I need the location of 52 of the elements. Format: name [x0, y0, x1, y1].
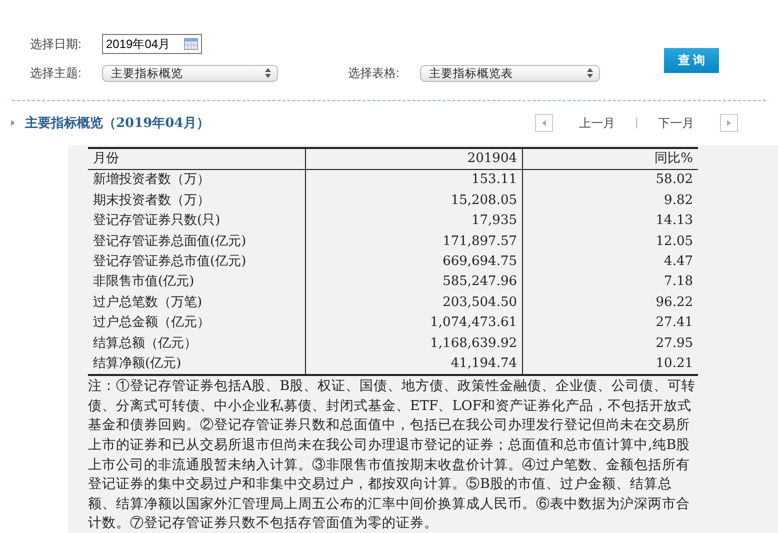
next-month-link[interactable]: 下一月 [658, 114, 694, 132]
table-cell-text: 过户总笔数（万笔) [92, 294, 204, 312]
table-cell-text: 过户总金额（亿元） [92, 314, 211, 332]
table-cell: 153.11 [305, 170, 522, 191]
separator: | [635, 117, 638, 129]
table-cell-text: 登记存管证券总面值(亿元) [92, 232, 248, 251]
topic-label: 选择主题: [30, 64, 82, 82]
table-cell: 14.13 [522, 211, 698, 232]
table-cell-text: 登记存管证券总市值(亿元) [92, 252, 248, 271]
table-label: 选择表格: [348, 64, 400, 82]
table-cell: 9.82 [522, 190, 698, 212]
table-cell-text: 结算总额（亿元） [92, 334, 198, 353]
table-cell: 10.21 [522, 354, 698, 374]
table-cell: 27.41 [522, 313, 698, 334]
table-cell: 4.47 [522, 252, 698, 272]
table-cell: 27.95 [522, 334, 698, 354]
spinner-icon [265, 68, 271, 78]
date-label: 选择日期: [30, 36, 82, 52]
caret-left-icon [542, 120, 546, 126]
table-cell: 1,168,639.92 [305, 334, 522, 354]
column-header: 月份 [92, 150, 120, 168]
table-cell-text: 非限售市值(亿元) [92, 273, 196, 292]
table-cell-text: 结算净额(亿元) [92, 354, 182, 373]
table-cell: 1,074,473.61 [305, 313, 522, 334]
caret-right-icon [727, 120, 731, 126]
table-cell: 203,504.50 [305, 292, 522, 314]
table-cell-text: 登记存管证券只数(只) [92, 212, 222, 230]
table-cell: 585,247.96 [305, 272, 522, 293]
calendar-icon[interactable] [184, 38, 198, 50]
bullet-arrow-icon [11, 120, 15, 126]
table-cell: 669,694.75 [305, 252, 522, 272]
table-cell: 15,208.05 [305, 190, 522, 212]
table-select[interactable]: 主要指标概览表 [420, 64, 600, 82]
table-cell: 41,194.74 [305, 354, 522, 374]
section-title: 主要指标概览（2019年04月） [25, 114, 210, 132]
table-cell-text: 期末投资者数（万） [92, 192, 211, 210]
table-cell: 7.18 [522, 272, 698, 293]
previous-button[interactable] [535, 114, 554, 132]
table-cell: 58.02 [522, 170, 698, 191]
table-cell-text: 新增投资者数（万） [92, 171, 211, 190]
table-cell: 96.22 [522, 292, 698, 314]
previous-month-link[interactable]: 上一月 [579, 114, 616, 132]
date-field[interactable]: 2019年04月 [102, 34, 202, 54]
topic-select[interactable]: 主要指标概览 [102, 64, 278, 82]
column-header: 同比% [522, 149, 698, 170]
table-cell: 171,897.57 [305, 232, 522, 252]
spinner-icon [587, 68, 593, 78]
next-button[interactable] [720, 114, 738, 132]
column-header: 201904 [305, 149, 522, 170]
table-cell: 12.05 [522, 232, 698, 252]
table-cell: 17,935 [305, 211, 522, 232]
footnote-text: 注：①登记存管证券包括A股、B股、权证、国债、地方债、政策性金融债、企业债、公司债、可转债、分离式可转债、中小企业私募债、封闭式基金、ETF、LOF和资产证券化产品，不包括开放式基金和债券回购。②登记存管证券只数和总面值中，包括已在我公司办理发行登记但尚未在交易所上市的证券和已从交易所退市但尚未在我公司办理退市登记的证券；总面值和总市值计算中,纯B股上市公司的非流通股暂未纳入计算。③非限售市值按期末收盘价计算。④过户笔数、金额包括所有登记证券的集中交易过户和非集中交易过户，都按双向计算。⑤B股的市值、过户金额、结算总额、结算净额以国家外汇管理局上周五公布的汇率中间价换算成人民币。⑥表中数据为沪深两市合计数。⑦登记存管证券只数不包括存管面值为零的证券。 [88, 374, 698, 533]
